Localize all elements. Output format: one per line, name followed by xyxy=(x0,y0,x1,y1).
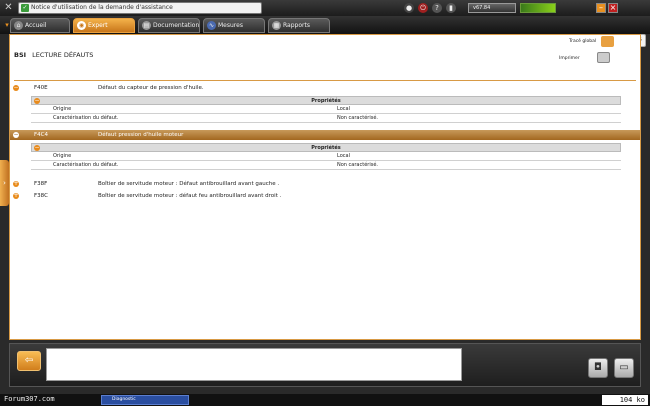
documentation-icon: ▤ xyxy=(142,21,151,30)
tab-label: Rapports xyxy=(283,22,310,29)
notice-icon: ✓ xyxy=(21,4,29,12)
expand-icon[interactable]: + xyxy=(13,193,19,199)
signal-bar xyxy=(520,3,556,13)
tab-expert[interactable]: ◉ Expert xyxy=(73,18,135,33)
tab-label: Documentation xyxy=(153,22,200,29)
taskbar-app-label: Diagnostic xyxy=(112,397,136,402)
property-key: Caractérisation du défaut. xyxy=(53,115,119,121)
collapse-icon[interactable]: − xyxy=(34,98,40,104)
property-value: Non caractérisé. xyxy=(337,162,378,168)
collapse-icon[interactable]: − xyxy=(13,132,19,138)
close-button[interactable]: × xyxy=(608,3,618,13)
record-icon[interactable]: ● xyxy=(404,3,414,13)
property-value: Non caractérisé. xyxy=(337,115,378,121)
home-icon: ⌂ xyxy=(14,21,23,30)
property-row: Origine Local xyxy=(31,152,621,161)
properties-title: Propriétés xyxy=(311,145,341,151)
tab-accueil[interactable]: ⌂ Accueil xyxy=(10,18,70,33)
ecu-name: BSI xyxy=(14,51,27,59)
property-key: Origine xyxy=(53,106,72,112)
page-title: BSI LECTURE DÉFAUTS xyxy=(14,51,93,59)
power-icon[interactable]: ⏻ xyxy=(418,3,428,13)
fault-code: F4C4 xyxy=(34,132,49,138)
fault-description: Défaut du capteur de pression d'huile. xyxy=(98,85,204,91)
app-logo-icon: ✕ xyxy=(4,2,13,13)
fault-code: F38C xyxy=(34,193,49,199)
fault-row-selected[interactable]: − F4C4 Défaut pression d'huile moteur xyxy=(10,130,640,140)
fault-row[interactable]: + F38C Boîtier de servitude moteur : déf… xyxy=(10,191,640,201)
properties-title: Propriétés xyxy=(311,98,341,104)
help-icon[interactable]: ? xyxy=(432,3,442,13)
expand-icon[interactable]: + xyxy=(13,181,19,187)
main-panel: BSI LECTURE DÉFAUTS Tracé global Imprime… xyxy=(9,34,641,340)
tab-rapports[interactable]: ▦ Rapports xyxy=(268,18,330,33)
file-size: 104 ko xyxy=(602,395,648,405)
tab-documentation[interactable]: ▤ Documentation xyxy=(138,18,200,33)
fault-row[interactable]: − F40E Défaut du capteur de pression d'h… xyxy=(10,83,640,93)
property-key: Caractérisation du défaut. xyxy=(53,162,119,168)
battery-icon: ▮ xyxy=(446,3,456,13)
property-row: Caractérisation du défaut. Non caractéri… xyxy=(31,114,621,123)
message-area xyxy=(46,348,462,381)
tab-bar: ▾ ⌂ Accueil ◉ Expert ▤ Documentation ∿ M… xyxy=(0,16,650,47)
bottom-panel: ⇦ ◘ ▭ xyxy=(9,343,641,387)
fault-code: F38F xyxy=(34,181,48,187)
tab-label: Expert xyxy=(88,22,108,29)
trace-label[interactable]: Tracé global xyxy=(569,39,596,44)
notice-text: Notice d'utilisation de la demande d'ass… xyxy=(31,4,173,11)
version-badge: v67.84 xyxy=(468,3,516,13)
fault-code: F40E xyxy=(34,85,48,91)
property-value: Local xyxy=(337,153,350,159)
tab-label: Accueil xyxy=(25,22,47,29)
taskbar: Forum307.com Diagnostic 104 ko xyxy=(0,394,650,406)
top-bar: ✕ ✓ Notice d'utilisation de la demande d… xyxy=(0,0,650,16)
property-row: Origine Local xyxy=(31,105,621,114)
back-button[interactable]: ⇦ xyxy=(17,351,41,371)
properties-header: − Propriétés xyxy=(31,96,621,105)
fault-properties: − Propriétés Origine Local Caractérisati… xyxy=(31,143,621,170)
fault-row[interactable]: + F38F Boîtier de servitude moteur : Déf… xyxy=(10,179,640,189)
site-watermark: Forum307.com xyxy=(4,395,55,403)
property-key: Origine xyxy=(53,153,72,159)
taskbar-app-button[interactable]: Diagnostic xyxy=(101,395,189,405)
reports-icon: ▦ xyxy=(272,21,281,30)
print-label[interactable]: Imprimer xyxy=(559,56,580,61)
assistance-notice-link[interactable]: ✓ Notice d'utilisation de la demande d'a… xyxy=(18,2,262,14)
title-divider xyxy=(14,80,636,81)
collapse-icon[interactable]: − xyxy=(13,85,19,91)
fault-description: Boîtier de servitude moteur : Défaut ant… xyxy=(98,181,280,187)
property-value: Local xyxy=(337,106,350,112)
measures-icon: ∿ xyxy=(207,21,216,30)
properties-header: − Propriétés xyxy=(31,143,621,152)
side-panel-toggle[interactable]: › xyxy=(0,160,9,206)
print-button[interactable]: ▭ xyxy=(614,358,634,378)
fault-properties: − Propriétés Origine Local Caractérisati… xyxy=(31,96,621,123)
property-row: Caractérisation du défaut. Non caractéri… xyxy=(31,161,621,170)
screen-title: LECTURE DÉFAUTS xyxy=(32,51,94,59)
fault-description: Défaut pression d'huile moteur xyxy=(98,132,184,138)
minimize-button[interactable]: – xyxy=(596,3,606,13)
tab-label: Mesures xyxy=(218,22,243,29)
trace-icon[interactable] xyxy=(601,36,614,47)
tab-mesures[interactable]: ∿ Mesures xyxy=(203,18,265,33)
fault-description: Boîtier de servitude moteur : défaut feu… xyxy=(98,193,282,199)
tools-area: Tracé global Imprimer xyxy=(559,35,641,79)
printer-icon[interactable] xyxy=(597,52,610,63)
record-button[interactable]: ◘ xyxy=(588,358,608,378)
expert-icon: ◉ xyxy=(77,21,86,30)
collapse-icon[interactable]: − xyxy=(34,145,40,151)
